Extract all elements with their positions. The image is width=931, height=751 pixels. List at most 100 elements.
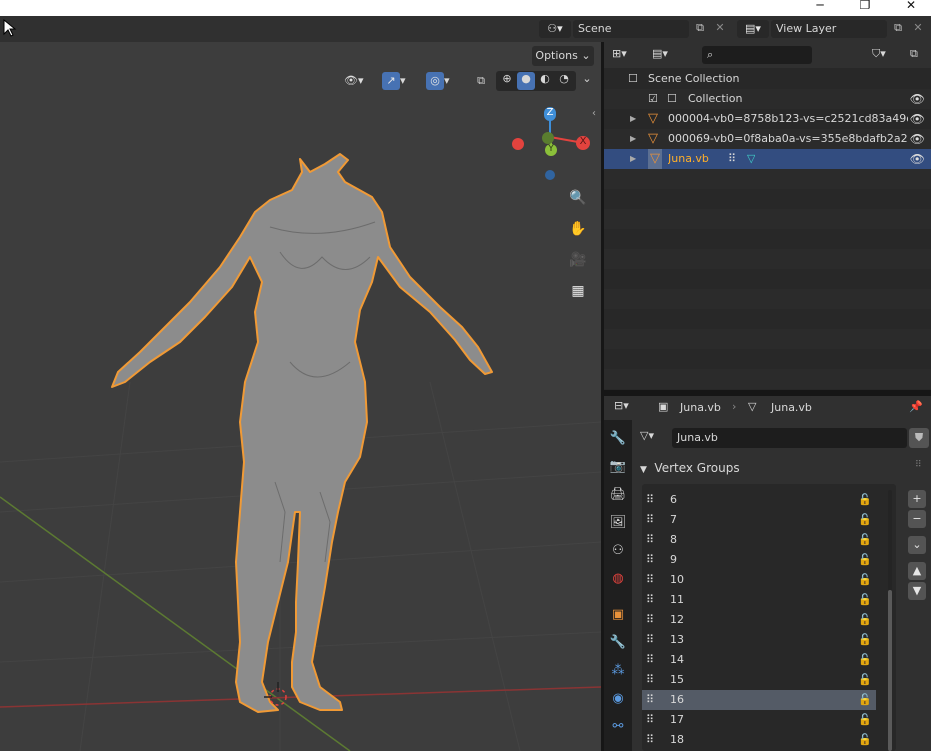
minimize-button[interactable]: ─ <box>805 0 835 16</box>
list-item[interactable]: ⠿ 8 🔓 <box>642 530 876 550</box>
visibility-selector-button[interactable]: 👁▾ <box>344 70 378 92</box>
gizmo-x-label[interactable]: X <box>576 136 590 150</box>
delete-view-layer-icon[interactable]: ✕ <box>909 21 927 34</box>
outliner-row-collection[interactable]: ☑ ☐ Collection 👁 <box>604 89 931 109</box>
unlock-icon[interactable]: 🔓 <box>858 710 872 730</box>
render-tab-icon[interactable]: 📷 <box>607 456 629 478</box>
list-item[interactable]: ⠿ 10 🔓 <box>642 570 876 590</box>
new-scene-icon[interactable]: ⧉ <box>691 21 709 35</box>
output-tab-icon[interactable]: 🖨 <box>607 484 629 506</box>
list-item[interactable]: ⠿ 14 🔓 <box>642 650 876 670</box>
gizmo-z-label[interactable]: Z <box>544 107 556 121</box>
empty-row <box>604 369 931 389</box>
rendered-shading-icon[interactable]: ◔ <box>555 72 573 85</box>
list-item[interactable]: ⠿ 13 🔓 <box>642 630 876 650</box>
list-item[interactable]: ⠿ 15 🔓 <box>642 670 876 690</box>
physics-tab-icon[interactable]: ◉ <box>607 688 629 710</box>
display-mode-button[interactable]: ⊞▾ <box>612 47 642 60</box>
drag-handle-icon[interactable]: ⠿ <box>915 460 929 470</box>
unlock-icon[interactable]: 🔓 <box>858 510 872 530</box>
list-item[interactable]: ⠿ 18 🔓 <box>642 730 876 750</box>
object-tab-icon[interactable]: ▣ <box>607 604 629 626</box>
list-item[interactable]: ⠿ 7 🔓 <box>642 510 876 530</box>
eye-icon[interactable]: 👁 <box>910 109 925 129</box>
remove-vertex-group-button[interactable]: − <box>908 510 926 528</box>
editor-type-button[interactable]: ⊟▾ <box>614 399 644 412</box>
constraints-tab-icon[interactable]: ⚯ <box>607 716 629 738</box>
unlock-icon[interactable]: 🔓 <box>858 690 872 710</box>
list-item[interactable]: ⠿ 12 🔓 <box>642 610 876 630</box>
unlock-icon[interactable]: 🔓 <box>858 530 872 550</box>
list-scrollbar-thumb[interactable] <box>888 590 892 751</box>
maximize-button[interactable]: ❐ <box>850 0 880 16</box>
shading-popover-chevron-icon[interactable]: ⌄ <box>580 72 594 85</box>
move-up-button[interactable]: ▲ <box>908 562 926 580</box>
delete-scene-icon[interactable]: ✕ <box>711 21 729 34</box>
filter-view-button[interactable]: ▤▾ <box>652 47 682 60</box>
outliner-row-scene-collection[interactable]: ☐ Scene Collection <box>604 69 931 89</box>
modifier-tab-icon[interactable]: 🔧 <box>607 632 629 654</box>
outliner-row-object-selected[interactable]: ▶ ▽ Juna.vb ⠿ ▽ 👁 <box>604 149 931 169</box>
unlock-icon[interactable]: 🔓 <box>858 610 872 630</box>
mesh-browse-button[interactable]: ▽▾ <box>640 429 670 442</box>
list-item-selected[interactable]: ⠿ 16 🔓 <box>642 690 876 710</box>
camera-view-icon[interactable]: 🎥 <box>565 247 591 273</box>
3d-viewport[interactable]: Options ⌄ 👁▾ ↗ ▾ ◎ ▾ ⧉ ⊕ ● ◐ ◔ ⌄ Z X Y 🔍 ✋… <box>0 42 601 751</box>
list-item[interactable]: ⠿ 9 🔓 <box>642 550 876 570</box>
close-window-button[interactable]: ✕ <box>896 0 926 16</box>
world-tab-icon[interactable]: ◍ <box>607 568 629 590</box>
particles-tab-icon[interactable]: ⁂ <box>607 660 629 682</box>
eye-icon[interactable]: 👁 <box>910 129 925 149</box>
vertex-groups-panel-header[interactable]: ▼ Vertex Groups <box>640 458 930 478</box>
wireframe-shading-icon[interactable]: ⊕ <box>498 72 516 85</box>
gizmo-toggle-button[interactable]: ↗ ▾ <box>382 70 418 92</box>
expand-arrow-icon[interactable]: ▶ <box>630 129 636 149</box>
gizmo-y-label[interactable]: Y <box>545 144 557 156</box>
expand-arrow-icon[interactable]: ▶ <box>630 109 636 129</box>
sidebar-toggle-chevron-icon[interactable]: ‹ <box>592 108 601 119</box>
move-down-button[interactable]: ▼ <box>908 582 926 600</box>
solid-shading-icon[interactable]: ● <box>517 72 535 90</box>
scene-tab-icon[interactable]: ⚇ <box>607 540 629 562</box>
new-view-layer-icon[interactable]: ⧉ <box>889 21 907 35</box>
outliner-row-object[interactable]: ▶ ▽ 000069-vb0=0f8aba0a-vs=355e8bdafb2a2… <box>604 129 931 149</box>
list-item[interactable]: ⠿ 6 🔓 <box>642 490 876 510</box>
view-layer-tab-icon[interactable]: 🖼 <box>607 512 629 534</box>
checkbox-checked-icon[interactable]: ☑ <box>648 89 658 109</box>
scene-name-field[interactable]: Scene <box>573 20 689 38</box>
unlock-icon[interactable]: 🔓 <box>858 490 872 510</box>
scene-selector-button[interactable]: ⚇▾ <box>539 20 571 38</box>
unlock-icon[interactable]: 🔓 <box>858 650 872 670</box>
outliner-search-input[interactable]: ⌕ <box>702 46 812 64</box>
expand-arrow-icon[interactable]: ▶ <box>630 149 636 169</box>
material-shading-icon[interactable]: ◐ <box>536 72 554 85</box>
pin-icon[interactable]: 📌 <box>909 400 923 413</box>
vertex-group-specials-button[interactable]: ⌄ <box>908 536 926 554</box>
vertex-group-name: 16 <box>670 693 684 706</box>
list-item[interactable]: ⠿ 17 🔓 <box>642 710 876 730</box>
hand-pan-icon[interactable]: ✋ <box>565 216 591 242</box>
overlay-toggle-button[interactable]: ◎ ▾ <box>426 70 462 92</box>
unlock-icon[interactable]: 🔓 <box>858 570 872 590</box>
filter-button[interactable]: ⛉▾ <box>872 47 902 61</box>
ortho-grid-icon[interactable]: ▦ <box>565 278 591 304</box>
list-item[interactable]: ⠿ 11 🔓 <box>642 590 876 610</box>
unlock-icon[interactable]: 🔓 <box>858 550 872 570</box>
add-vertex-group-button[interactable]: + <box>908 490 926 508</box>
tool-tab-icon[interactable]: 🔧 <box>607 428 629 450</box>
unlock-icon[interactable]: 🔓 <box>858 730 872 750</box>
mesh-name-field[interactable]: Juna.vb <box>672 428 907 448</box>
eye-icon[interactable]: 👁 <box>910 149 925 169</box>
view-layer-selector-button[interactable]: ▤▾ <box>737 20 769 38</box>
view-layer-name-field[interactable]: View Layer <box>771 20 887 38</box>
unlock-icon[interactable]: 🔓 <box>858 590 872 610</box>
viewport-options-button[interactable]: Options ⌄ <box>532 46 594 66</box>
unlock-icon[interactable]: 🔓 <box>858 670 872 690</box>
zoom-icon[interactable]: 🔍 <box>565 185 591 211</box>
new-collection-icon[interactable]: ⧉ <box>910 47 926 61</box>
fake-user-shield-icon[interactable]: ⛊ <box>909 428 929 448</box>
eye-icon[interactable]: 👁 <box>910 89 925 109</box>
outliner-row-object[interactable]: ▶ ▽ 000004-vb0=8758b123-vs=c2521cd83a49d… <box>604 109 931 129</box>
unlock-icon[interactable]: 🔓 <box>858 630 872 650</box>
xray-toggle-icon[interactable]: ⧉ <box>472 72 490 90</box>
